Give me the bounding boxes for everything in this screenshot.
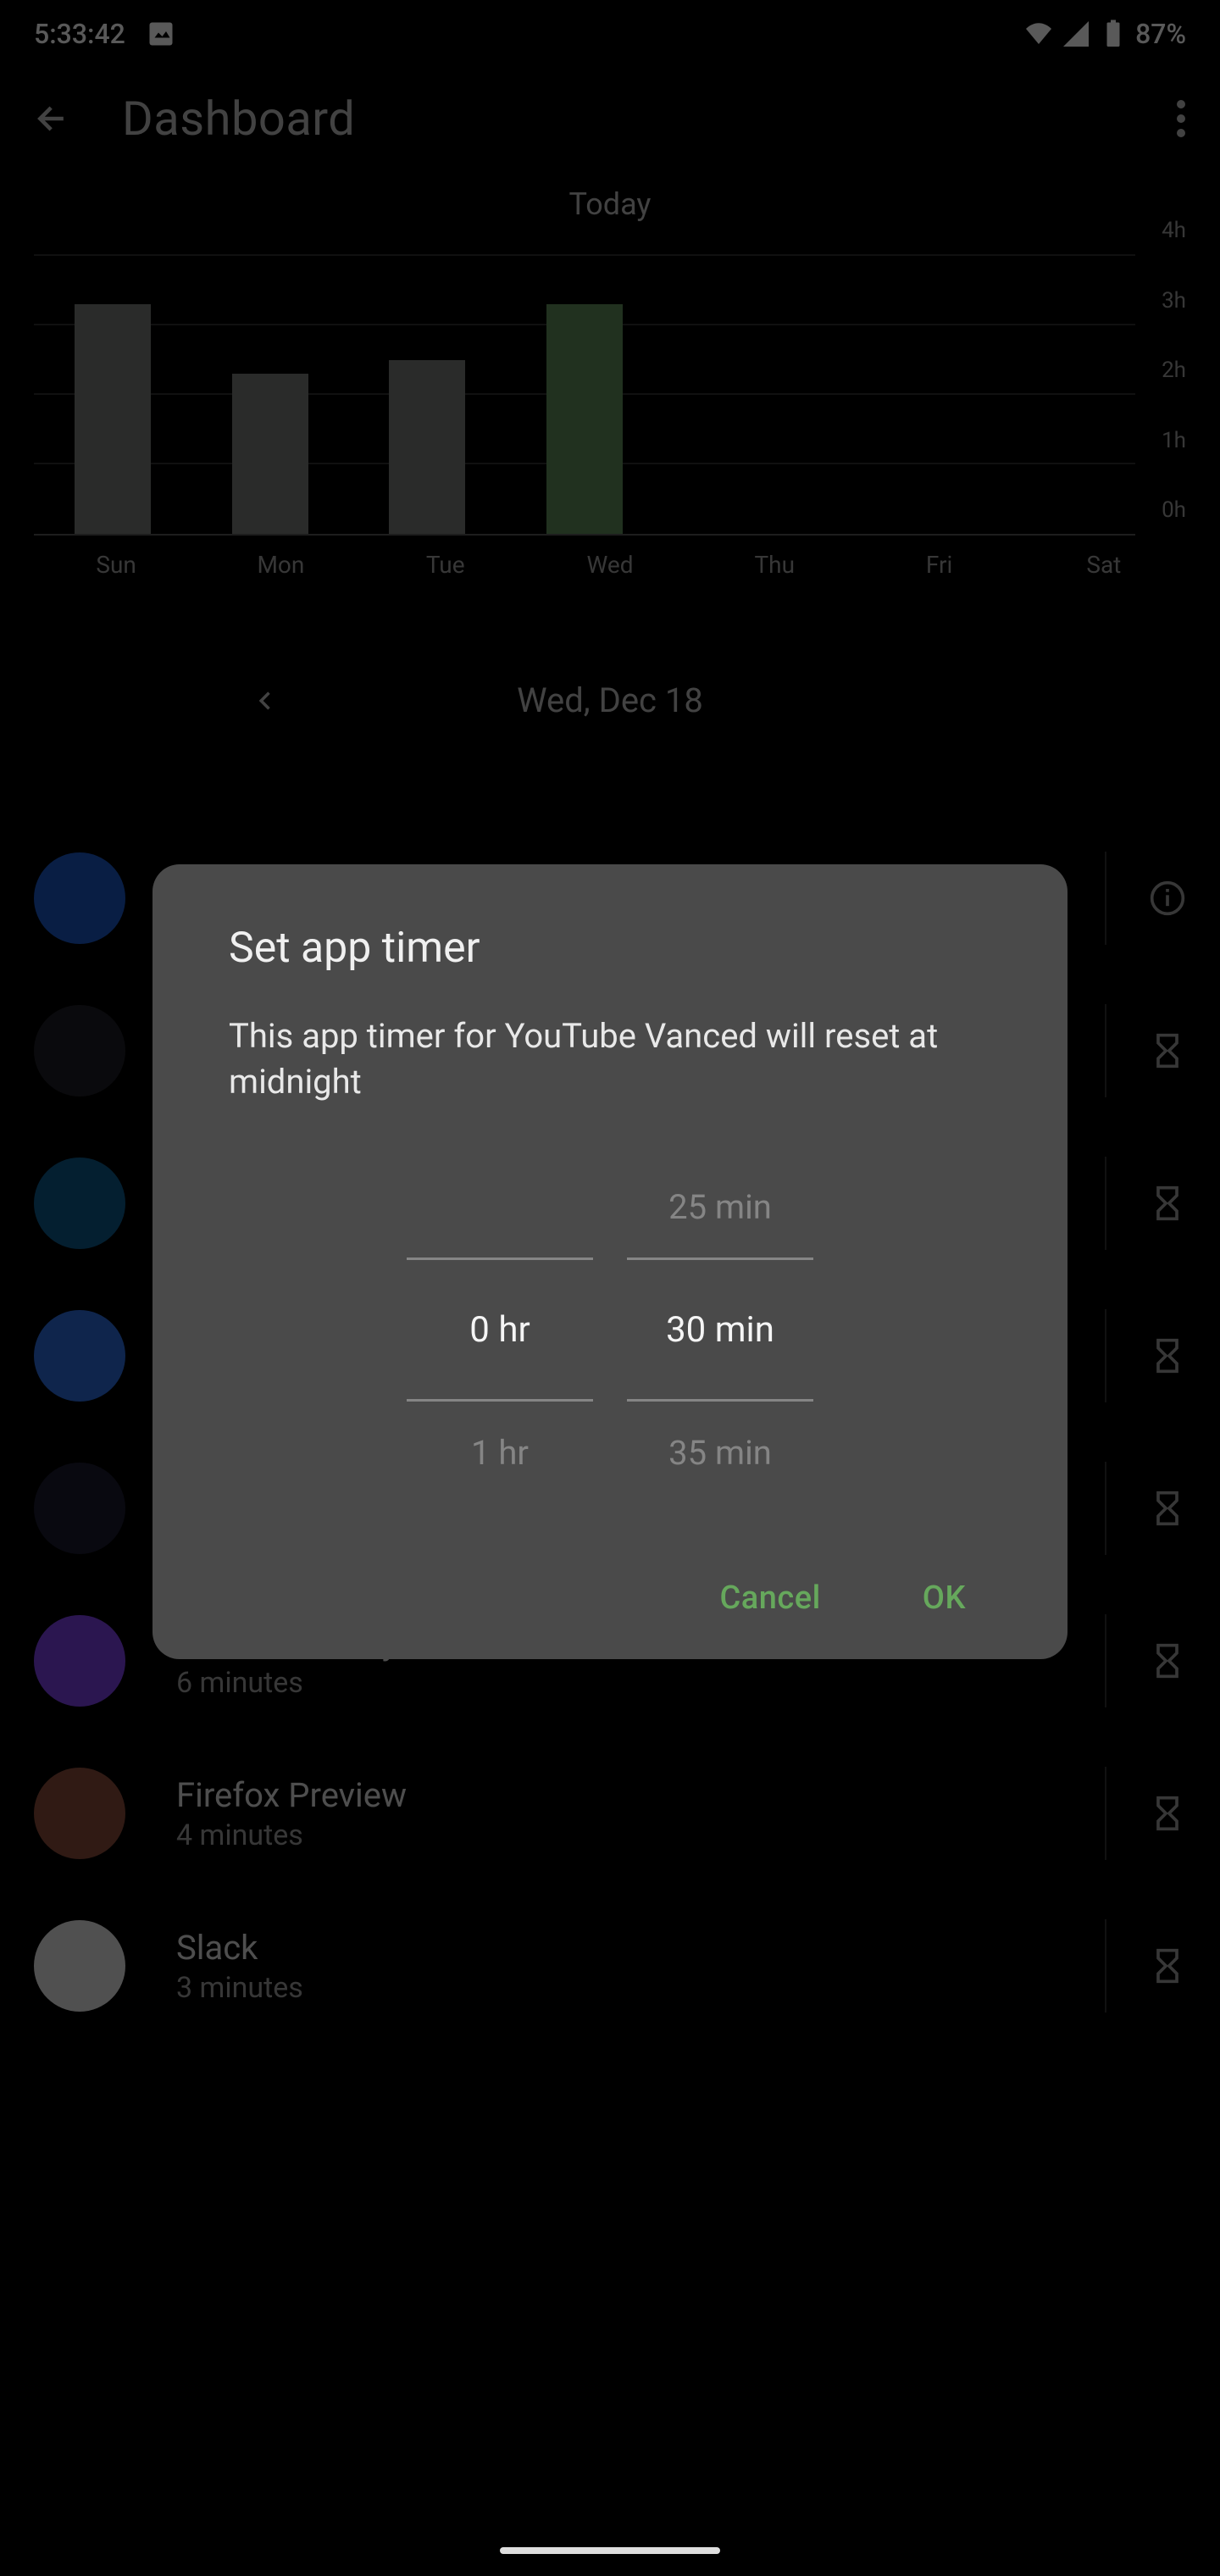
hour-current: 0 hr	[407, 1257, 593, 1402]
minute-current: 30 min	[627, 1257, 813, 1402]
dialog-title: Set app timer	[229, 924, 991, 973]
minute-below: 35 min	[627, 1402, 813, 1503]
minute-above: 25 min	[627, 1156, 813, 1257]
dialog-subtitle: This app timer for YouTube Vanced will r…	[229, 1013, 991, 1105]
hour-picker[interactable]: 0 hr 1 hr	[407, 1156, 593, 1503]
gesture-nav-pill[interactable]	[500, 2547, 720, 2554]
hour-above	[407, 1156, 593, 1257]
minute-picker[interactable]: 25 min 30 min 35 min	[627, 1156, 813, 1503]
ok-button[interactable]: OK	[923, 1579, 966, 1617]
hour-below: 1 hr	[407, 1402, 593, 1503]
set-app-timer-dialog: Set app timer This app timer for YouTube…	[152, 864, 1068, 1659]
cancel-button[interactable]: Cancel	[719, 1579, 820, 1617]
